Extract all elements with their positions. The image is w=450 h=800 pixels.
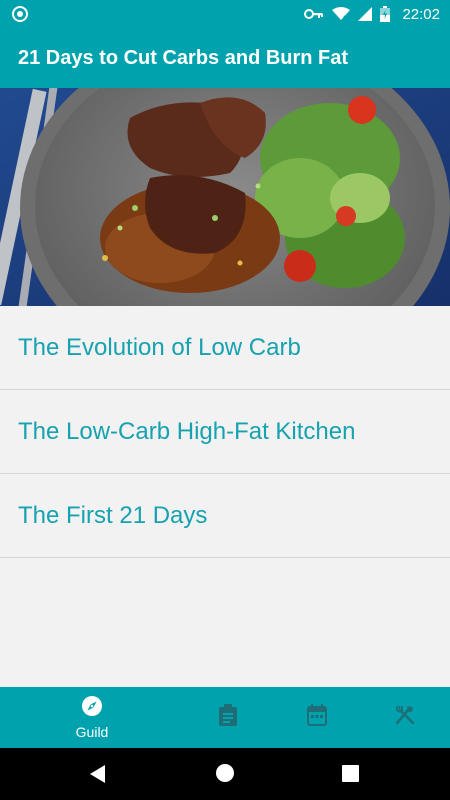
nav-item-recipes[interactable] [385, 687, 425, 748]
list-item[interactable]: The First 21 Days [0, 474, 450, 558]
nav-item-guild[interactable]: Guild [62, 687, 122, 748]
battery-icon [380, 6, 391, 22]
chapter-list: The Evolution of Low Carb The Low-Carb H… [0, 306, 450, 558]
recent-apps-icon[interactable] [342, 765, 359, 787]
wifi-icon [332, 7, 351, 21]
nav-item-calendar[interactable] [297, 687, 337, 748]
nav-label-guild: Guild [75, 724, 109, 740]
key-icon [304, 8, 324, 20]
compass-icon [81, 695, 103, 722]
status-bar: 22:02 [0, 0, 450, 28]
bottom-navigation: Guild [0, 687, 450, 748]
hero-image [0, 88, 450, 306]
list-item-label: The First 21 Days [18, 501, 208, 529]
signal-icon [358, 7, 373, 21]
system-navigation-bar [0, 748, 450, 800]
app-bar: 21 Days to Cut Carbs and Burn Fat [0, 28, 450, 88]
page-title: 21 Days to Cut Carbs and Burn Fat [18, 46, 349, 69]
nav-item-tasks[interactable] [208, 687, 248, 748]
back-icon[interactable] [89, 764, 107, 789]
fork-knife-icon [394, 704, 416, 731]
food-plate-image [0, 88, 450, 306]
home-icon[interactable] [215, 763, 235, 788]
list-item[interactable]: The Evolution of Low Carb [0, 306, 450, 390]
notification-dot-icon [12, 6, 28, 22]
list-item[interactable]: The Low-Carb High-Fat Kitchen [0, 390, 450, 474]
calendar-icon [307, 704, 327, 731]
clipboard-icon [218, 704, 238, 731]
list-item-label: The Evolution of Low Carb [18, 333, 301, 361]
list-item-label: The Low-Carb High-Fat Kitchen [18, 417, 356, 445]
status-time: 22:02 [402, 5, 440, 23]
